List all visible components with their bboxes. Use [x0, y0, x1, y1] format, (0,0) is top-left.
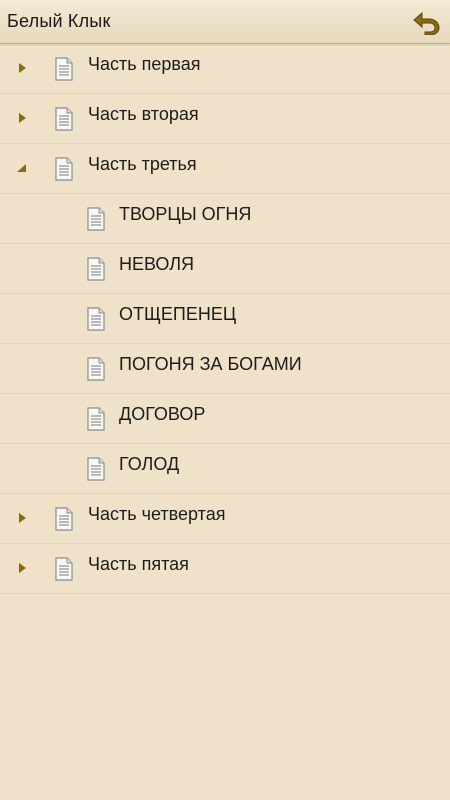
chapter-part-item[interactable]: Часть третья — [0, 144, 450, 194]
app-screen: Белый Клык Часть первая Часть вторая Часть… — [0, 0, 450, 800]
item-label: Часть вторая — [88, 104, 199, 124]
document-icon — [86, 207, 106, 231]
back-button[interactable] — [410, 6, 442, 38]
document-icon — [86, 307, 106, 331]
chapter-item[interactable]: ДОГОВОР — [0, 394, 450, 444]
item-label: Часть четвертая — [88, 504, 226, 524]
item-label: Часть пятая — [88, 554, 189, 574]
document-icon — [54, 507, 74, 531]
item-label: Часть первая — [88, 54, 201, 74]
chapter-part-item[interactable]: Часть первая — [0, 44, 450, 94]
chapter-item[interactable]: НЕВОЛЯ — [0, 244, 450, 294]
item-label: ТВОРЦЫ ОГНЯ — [119, 204, 252, 224]
collapsed-triangle-icon[interactable] — [15, 511, 29, 525]
document-icon — [86, 357, 106, 381]
item-label: ГОЛОД — [119, 454, 180, 474]
chapter-part-item[interactable]: Часть вторая — [0, 94, 450, 144]
chapter-part-item[interactable]: Часть пятая — [0, 544, 450, 594]
chapter-item[interactable]: ГОЛОД — [0, 444, 450, 494]
back-arrow-icon — [413, 11, 440, 35]
document-icon — [54, 57, 74, 81]
collapsed-triangle-icon[interactable] — [15, 61, 29, 75]
document-icon — [86, 257, 106, 281]
document-icon — [54, 157, 74, 181]
table-of-contents: Часть первая Часть вторая Часть третья ТВОР… — [0, 44, 450, 594]
item-label: ДОГОВОР — [119, 404, 206, 424]
title-bar: Белый Клык — [0, 0, 450, 44]
item-label: НЕВОЛЯ — [119, 254, 195, 274]
document-icon — [86, 457, 106, 481]
chapter-item[interactable]: ОТЩЕПЕНЕЦ — [0, 294, 450, 344]
chapter-item[interactable]: ТВОРЦЫ ОГНЯ — [0, 194, 450, 244]
document-icon — [54, 557, 74, 581]
collapsed-triangle-icon[interactable] — [15, 111, 29, 125]
collapsed-triangle-icon[interactable] — [15, 561, 29, 575]
book-title: Белый Клык — [7, 11, 111, 31]
chapter-item[interactable]: ПОГОНЯ ЗА БОГАМИ — [0, 344, 450, 394]
item-label: Часть третья — [88, 154, 197, 174]
chapter-part-item[interactable]: Часть четвертая — [0, 494, 450, 544]
document-icon — [86, 407, 106, 431]
item-label: ПОГОНЯ ЗА БОГАМИ — [119, 354, 302, 374]
expanded-triangle-icon[interactable] — [15, 161, 29, 175]
item-label: ОТЩЕПЕНЕЦ — [119, 304, 237, 324]
document-icon — [54, 107, 74, 131]
